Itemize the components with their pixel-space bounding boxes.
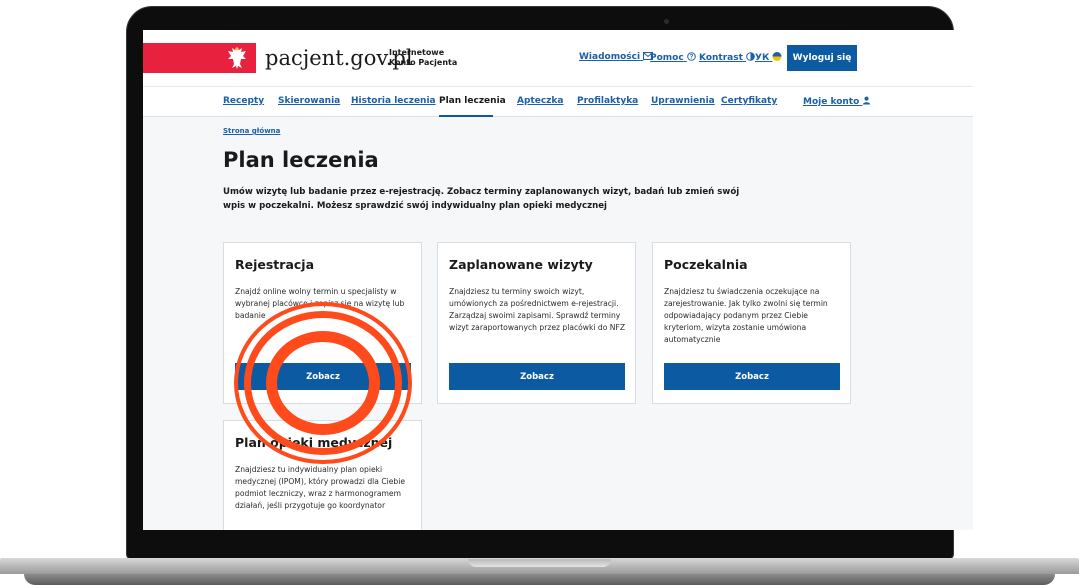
nav-item-account[interactable]: Moje konto xyxy=(803,96,871,107)
card-plan-opieki: Plan opieki medycznej Znajdziesz tu indy… xyxy=(223,420,422,530)
card-zaplanowane-wizyty: Zaplanowane wizyty Znajdziesz tu terminy… xyxy=(437,242,636,404)
camera xyxy=(664,19,669,24)
contrast-label: Kontrast xyxy=(699,53,743,63)
page-title: Plan leczenia xyxy=(223,148,379,172)
logout-button[interactable]: Wyloguj się xyxy=(787,45,857,71)
nav-item-plan-leczenia[interactable]: Plan leczenia xyxy=(439,96,506,106)
card-text: Znajdziesz tu indywidualny plan opieki m… xyxy=(235,465,406,510)
news-label: Wiadomości xyxy=(579,52,641,62)
card-text: Znajdziesz tu terminy swoich wizyt, umów… xyxy=(449,287,626,332)
rejestracja-zobacz-button[interactable]: Zobacz xyxy=(235,363,411,390)
brand-subtitle: Internetowe Konto Pacjenta xyxy=(389,48,457,68)
language-label: УК xyxy=(755,53,770,63)
page-intro: Umów wizytę lub badanie przez e-rejestra… xyxy=(223,187,740,211)
card-rejestracja: Rejestracja Znajdź online wolny termin u… xyxy=(223,242,422,404)
nav-item-profilaktyka[interactable]: Profilaktyka xyxy=(577,96,638,106)
nav-item-uprawnienia[interactable]: Uprawnienia xyxy=(651,96,715,106)
breadcrumb[interactable]: Strona główna xyxy=(223,127,280,135)
card-text: Znajdziesz tu świadczenia oczekujące na … xyxy=(664,287,828,344)
main-nav: Recepty Skierowania Historia leczenia Pl… xyxy=(143,86,973,117)
nav-item-apteczka[interactable]: Apteczka xyxy=(517,96,563,106)
nav-item-recepty[interactable]: Recepty xyxy=(223,96,264,106)
account-label: Moje konto xyxy=(803,97,860,107)
card-title: Rejestracja xyxy=(235,257,315,272)
help-label: Pomoc xyxy=(650,53,684,63)
nav-active-indicator xyxy=(439,115,493,117)
card-poczekalnia: Poczekalnia Znajdziesz tu świadczenia oc… xyxy=(652,242,851,404)
polish-eagle-icon xyxy=(228,47,246,69)
nav-item-skierowania[interactable]: Skierowania xyxy=(278,96,340,106)
svg-text:?: ? xyxy=(689,55,693,61)
card-title: Poczekalnia xyxy=(664,257,748,272)
card-title: Plan opieki medycznej xyxy=(235,435,393,450)
brand-subtitle-line2: Konto Pacjenta xyxy=(389,58,458,67)
site-header: pacjent.gov.pl Internetowe Konto Pacjent… xyxy=(143,30,973,86)
nav-item-certyfikaty[interactable]: Certyfikaty xyxy=(721,96,777,106)
wizyty-zobacz-button[interactable]: Zobacz xyxy=(449,363,625,390)
card-text: Znajdź online wolny termin u specjalisty… xyxy=(235,287,405,320)
news-link[interactable]: Wiadomości xyxy=(579,52,654,62)
user-icon xyxy=(863,96,871,105)
brand-subtitle-line1: Internetowe xyxy=(389,48,445,57)
card-title: Zaplanowane wizyty xyxy=(449,257,593,272)
laptop-base-bottom xyxy=(24,574,1055,585)
ukraine-flag-icon xyxy=(772,52,782,61)
contrast-link[interactable]: Kontrast xyxy=(699,52,755,63)
screen: pacjent.gov.pl Internetowe Konto Pacjent… xyxy=(143,30,973,530)
poczekalnia-zobacz-button[interactable]: Zobacz xyxy=(664,363,840,390)
language-link[interactable]: УК xyxy=(755,52,782,63)
nav-item-historia-leczenia[interactable]: Historia leczenia xyxy=(351,96,436,106)
laptop-notch xyxy=(468,559,611,567)
contrast-icon xyxy=(746,52,755,61)
help-link[interactable]: Pomoc ? xyxy=(650,52,696,63)
question-icon: ? xyxy=(687,52,696,61)
